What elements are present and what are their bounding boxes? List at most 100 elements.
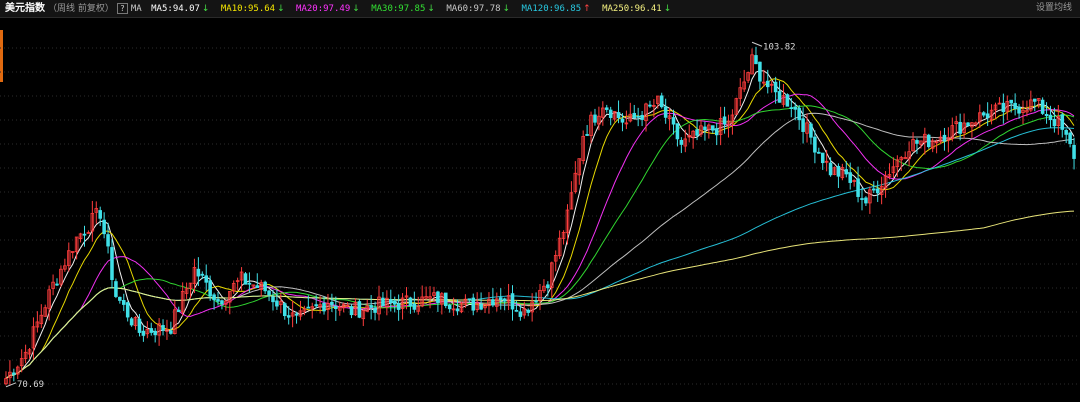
candle-body	[455, 308, 460, 312]
candle-body	[129, 318, 134, 326]
ma250-text: MA250:96.41	[602, 4, 662, 14]
candle-body	[608, 109, 613, 118]
ma5-indicator: MA5:94.07 ↓	[151, 4, 209, 14]
candle-body	[1060, 114, 1065, 130]
candle-body	[55, 283, 59, 286]
candle-body	[396, 303, 401, 310]
candle-body	[514, 309, 519, 312]
candle-body	[871, 188, 876, 191]
ma5-text: MA5:94.07	[151, 4, 200, 14]
candle-body	[357, 301, 362, 318]
candle-body	[648, 104, 652, 107]
period-subtitle[interactable]: （周线 前复权）	[48, 4, 114, 14]
candle-body	[546, 284, 550, 289]
ma120-text: MA120:96.85	[521, 4, 582, 14]
candle-body	[149, 328, 154, 333]
candle-body	[1072, 144, 1076, 159]
candle-body	[467, 298, 472, 301]
candle-body	[436, 291, 440, 304]
ma10-text: MA10:95.64	[220, 4, 276, 14]
candle-body	[102, 219, 106, 235]
ma250-trend-icon: ↓	[663, 4, 672, 14]
chart-header-bar: 美元指数 （周线 前复权）? MA MA5:94.07 ↓ MA10:95.64 ↓ M…	[0, 0, 1080, 18]
candles-layer	[4, 46, 1076, 386]
candle-body	[813, 136, 817, 153]
candle-body	[604, 107, 609, 110]
candle-body	[176, 309, 181, 313]
candle-body	[942, 134, 947, 142]
candle-body	[828, 162, 833, 176]
candle-body	[616, 112, 621, 119]
candle-body	[114, 281, 118, 297]
ma10-line	[5, 78, 1075, 379]
candlestick-chart[interactable]: 103.82 70.69	[0, 18, 1080, 402]
candle-body	[12, 372, 16, 375]
candle-body	[1001, 102, 1006, 113]
candle-body	[722, 116, 727, 125]
ma20-text: MA20:97.49	[296, 4, 351, 14]
candle-body	[1009, 99, 1013, 104]
candle-body	[314, 304, 318, 307]
candle-body	[526, 309, 530, 313]
ma20-trend-icon: ↓	[352, 4, 360, 14]
candle-body	[216, 299, 220, 302]
ma30-indicator: MA30:97.85 ↓	[371, 4, 435, 14]
candle-body	[817, 151, 821, 154]
candle-body	[118, 296, 122, 301]
ma30-line	[5, 105, 1075, 379]
candle-body	[848, 172, 852, 183]
candle-body	[161, 325, 165, 331]
candle-body	[381, 297, 385, 306]
candle-body	[966, 122, 970, 126]
candle-body	[204, 275, 209, 283]
candle-body	[926, 134, 931, 148]
help-icon[interactable]: ?	[116, 3, 128, 14]
ma30-text: MA30:97.85	[371, 4, 426, 14]
candle-body	[412, 303, 417, 310]
candle-body	[777, 91, 782, 103]
candle-body	[915, 140, 919, 144]
candle-body	[247, 282, 252, 285]
candle-body	[534, 300, 538, 303]
candle-body	[491, 299, 495, 306]
candle-body	[349, 306, 354, 316]
candle-body	[1040, 99, 1045, 114]
candle-body	[809, 123, 813, 138]
candle-body	[593, 114, 597, 123]
candle-body	[518, 311, 523, 317]
candle-body	[153, 330, 157, 336]
candle-body	[330, 301, 334, 305]
candle-body	[856, 178, 860, 197]
candle-body	[121, 300, 126, 305]
ma10-trend-icon: ↓	[277, 4, 285, 14]
chart-grid	[0, 47, 1080, 385]
candle-body	[271, 296, 275, 303]
candle-body	[220, 300, 224, 305]
candle-body	[200, 273, 205, 276]
candle-body	[498, 297, 503, 301]
candle-body	[263, 281, 267, 292]
candle-body	[875, 188, 880, 194]
instrument-title[interactable]: 美元指数	[5, 3, 45, 14]
candle-body	[981, 112, 986, 116]
candle-body	[502, 298, 507, 302]
candle-body	[471, 297, 476, 311]
ma120-indicator: MA120:96.85 ↑	[522, 4, 591, 14]
ma60-indicator: MA60:97.78 ↓	[446, 4, 510, 14]
candle-body	[675, 123, 680, 140]
candle-body	[275, 300, 279, 307]
candle-body	[711, 125, 715, 131]
candle-body	[137, 318, 142, 333]
ma120-trend-icon: ↑	[583, 4, 591, 14]
candle-body	[1032, 98, 1037, 102]
candle-body	[334, 306, 338, 310]
candle-body	[695, 129, 699, 136]
ma60-trend-icon: ↓	[502, 4, 511, 14]
candle-body	[659, 95, 664, 108]
candle-body	[389, 299, 393, 303]
candle-body	[1013, 102, 1017, 109]
ma-settings-button[interactable]: 设置均线	[1036, 0, 1072, 17]
candle-body	[758, 61, 762, 82]
ma5-trend-icon: ↓	[201, 4, 210, 14]
candle-body	[620, 118, 625, 123]
